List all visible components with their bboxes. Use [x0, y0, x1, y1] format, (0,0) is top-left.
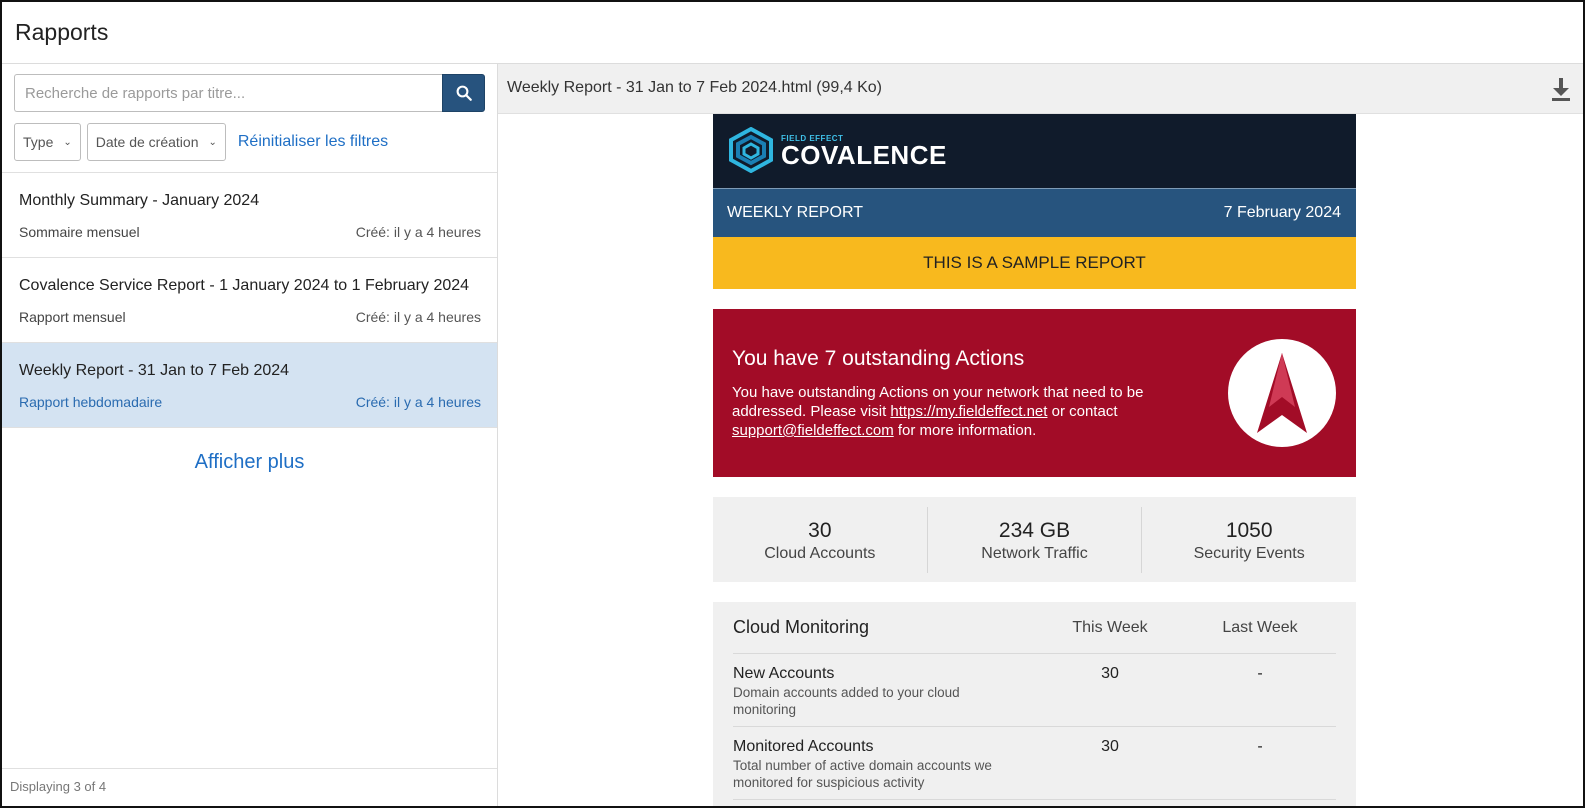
list-footer: Displaying 3 of 4 [2, 768, 497, 806]
stat-value: 30 [808, 518, 832, 542]
row-this-week: 30 [1101, 665, 1119, 682]
section-title: Cloud Monitoring [733, 617, 870, 637]
actions-alert: You have 7 outstanding Actions You have … [713, 309, 1356, 477]
download-icon [1552, 78, 1570, 101]
report-list-item-selected[interactable]: Weekly Report - 31 Jan to 7 Feb 2024 Rap… [2, 343, 497, 428]
report-list-item[interactable]: Monthly Summary - January 2024 Sommaire … [2, 173, 497, 258]
report-date: 7 February 2024 [1223, 204, 1341, 221]
row-description: Domain accounts added to your cloud moni… [733, 685, 960, 717]
type-filter-label: Type [23, 134, 54, 150]
app-window: Rapports Type ⌄ Date de création ⌄ Réini… [0, 0, 1585, 808]
stat-label: Cloud Accounts [764, 544, 876, 562]
row-last-week: - [1257, 738, 1263, 755]
covalence-logo: FIELD EFFECT COVALENCE [727, 127, 947, 173]
report-created: Créé: il y a 4 heures [355, 394, 481, 410]
alert-text-part: or contact [1047, 403, 1118, 420]
column-header-this-week: This Week [1072, 618, 1148, 636]
show-more-button[interactable]: Afficher plus [2, 451, 497, 474]
stat-label: Security Events [1193, 544, 1305, 562]
alert-badge [1228, 339, 1336, 447]
report-title: Covalence Service Report - 1 January 202… [19, 277, 470, 294]
file-name: Weekly Report - 31 Jan to 7 Feb 2024.htm… [507, 79, 883, 96]
alert-text: You have outstanding Actions on your net… [732, 383, 1192, 440]
row-this-week: 30 [1101, 738, 1119, 755]
stat-value: 234 GB [998, 518, 1071, 542]
stat-value: 1050 [1225, 518, 1273, 542]
row-description: Total number of active domain accounts w… [733, 758, 992, 790]
page-title: Rapports [15, 19, 109, 45]
reports-sidebar: Type ⌄ Date de création ⌄ Réinitialiser … [2, 64, 498, 806]
chevron-down-icon: ⌄ [63, 136, 72, 148]
stat-cloud-accounts: 30 Cloud Accounts [713, 506, 928, 573]
stat-security-events: 1050 Security Events [1142, 507, 1356, 573]
row-last-week: - [1257, 665, 1263, 682]
stat-network-traffic: 234 GB Network Traffic [928, 506, 1143, 573]
report-title: Weekly Report - 31 Jan to 7 Feb 2024 [19, 362, 290, 379]
app-header: Rapports [2, 2, 1583, 64]
column-header-last-week: Last Week [1222, 618, 1298, 636]
report-document: FIELD EFFECT COVALENCE WEEKLY REPORT 7 F… [713, 114, 1356, 806]
sample-notice: THIS IS A SAMPLE REPORT [713, 237, 1356, 289]
table-header: Cloud Monitoring This Week Last Week [733, 602, 1336, 654]
search-bar [14, 74, 485, 112]
filter-bar: Type ⌄ Date de création ⌄ Réinitialiser … [14, 123, 388, 161]
download-button[interactable] [1549, 76, 1573, 102]
report-header-band: WEEKLY REPORT 7 February 2024 [713, 188, 1356, 237]
report-title: Monthly Summary - January 2024 [19, 192, 260, 209]
support-email-link[interactable]: support@fieldeffect.com [732, 422, 894, 439]
arrowhead-icon [1257, 353, 1307, 433]
type-filter-select[interactable]: Type ⌄ [14, 123, 81, 161]
logo-text: COVALENCE [781, 139, 947, 170]
report-list-item[interactable]: Covalence Service Report - 1 January 202… [2, 258, 497, 343]
report-created: Créé: il y a 4 heures [355, 309, 481, 325]
alert-title: You have 7 outstanding Actions [732, 347, 1025, 370]
file-bar: Weekly Report - 31 Jan to 7 Feb 2024.htm… [498, 64, 1583, 114]
summary-stats: 30 Cloud Accounts 234 GB Network Traffic… [713, 497, 1356, 582]
table-row: Monitored Accounts Total number of activ… [733, 727, 1336, 800]
search-input[interactable] [14, 74, 442, 112]
alert-text-part: for more information. [893, 422, 1037, 439]
report-banner: FIELD EFFECT COVALENCE [713, 114, 1356, 188]
table-row: New Accounts Domain accounts added to yo… [733, 654, 1336, 727]
chevron-down-icon: ⌄ [208, 136, 217, 148]
search-button[interactable] [442, 74, 485, 112]
report-created: Créé: il y a 4 heures [355, 224, 481, 240]
date-filter-select[interactable]: Date de création ⌄ [86, 123, 226, 161]
fieldeffect-portal-link[interactable]: https://my.fieldeffect.net [890, 403, 1047, 420]
report-kind-label: WEEKLY REPORT [727, 204, 864, 221]
report-type: Rapport mensuel [19, 309, 126, 325]
report-type: Rapport hebdomadaire [19, 394, 163, 410]
cloud-monitoring-table: Cloud Monitoring This Week Last Week New… [713, 602, 1356, 806]
stat-label: Network Traffic [981, 544, 1088, 562]
report-list: Monthly Summary - January 2024 Sommaire … [2, 172, 497, 428]
search-icon [456, 85, 472, 101]
reset-filters-link[interactable]: Réinitialiser les filtres [238, 133, 388, 151]
report-type: Sommaire mensuel [19, 224, 140, 240]
report-viewer: Weekly Report - 31 Jan to 7 Feb 2024.htm… [498, 64, 1583, 806]
date-filter-label: Date de création [95, 134, 199, 150]
covalence-logo-icon [729, 127, 773, 173]
